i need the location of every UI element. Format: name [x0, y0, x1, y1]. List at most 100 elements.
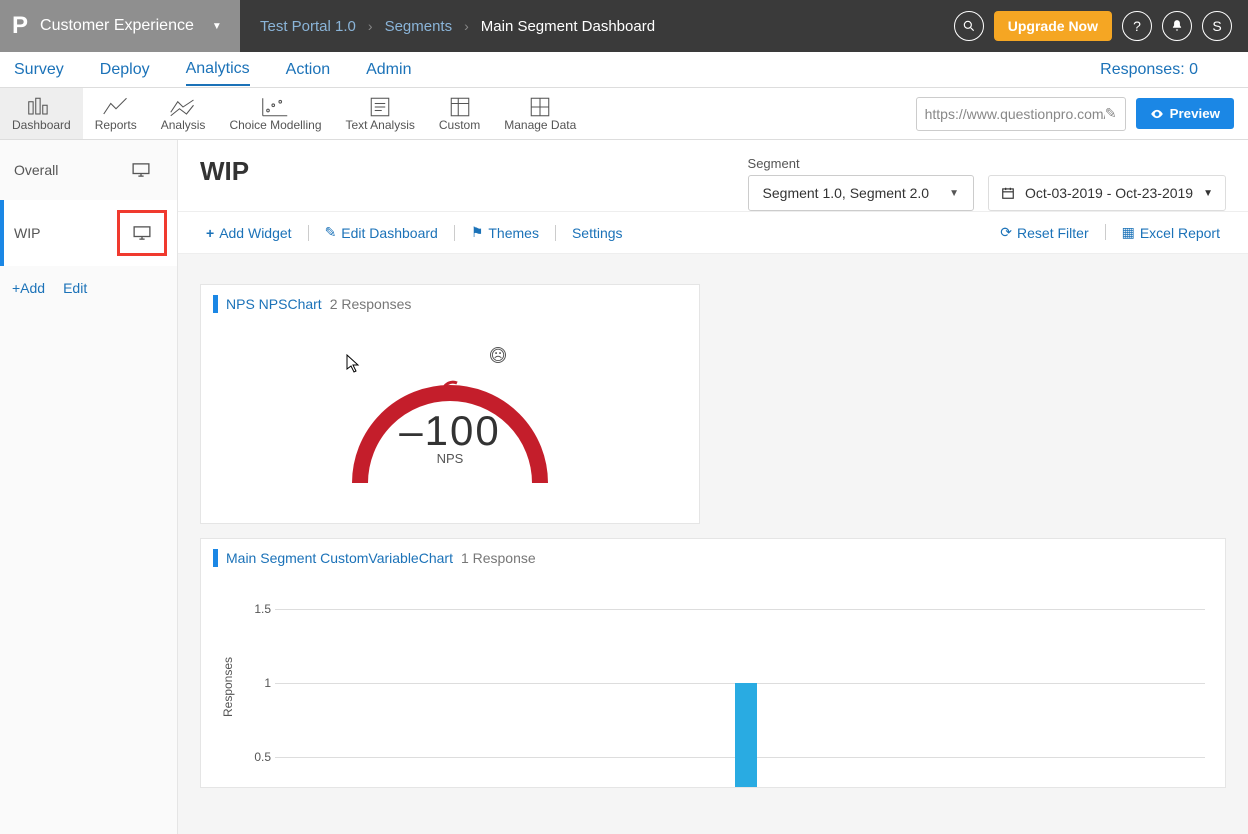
- themes-button[interactable]: ⚑ Themes: [465, 224, 545, 241]
- nav-analytics[interactable]: Analytics: [186, 54, 250, 86]
- tool-manage-data[interactable]: Manage Data: [492, 88, 588, 139]
- question-icon: ?: [1133, 18, 1141, 34]
- scatter-icon: [261, 96, 289, 118]
- eye-icon: [1150, 107, 1164, 121]
- tool-label: Custom: [439, 118, 480, 132]
- sidebar-item-label: WIP: [14, 225, 40, 241]
- tool-dashboard[interactable]: Dashboard: [0, 88, 83, 139]
- brand-selector[interactable]: P Customer Experience ▼: [0, 0, 240, 52]
- sidebar-item-label: Overall: [14, 162, 58, 178]
- reset-filter-button[interactable]: ⟳ Reset Filter: [994, 224, 1094, 241]
- sidebar-edit-link[interactable]: Edit: [63, 280, 87, 296]
- tool-choice-modelling[interactable]: Choice Modelling: [217, 88, 333, 139]
- widget-subtitle: 2 Responses: [330, 296, 412, 312]
- nav-action[interactable]: Action: [286, 55, 330, 85]
- action-label: Settings: [572, 225, 623, 241]
- action-label: Add Widget: [219, 225, 291, 241]
- breadcrumb-current: Main Segment Dashboard: [481, 18, 655, 35]
- search-button[interactable]: [954, 11, 984, 41]
- page-header: WIP Segment Segment 1.0, Segment 2.0 ▼ O…: [178, 140, 1248, 212]
- preview-button[interactable]: Preview: [1136, 98, 1234, 129]
- share-url-field[interactable]: https://www.questionpro.com/a/ ✎: [916, 97, 1126, 131]
- tool-label: Choice Modelling: [229, 118, 321, 132]
- brand-logo: P: [12, 12, 28, 40]
- spreadsheet-icon: ▦: [1122, 224, 1135, 241]
- search-icon: [962, 19, 976, 33]
- document-icon: [366, 96, 394, 118]
- sidebar-add-link[interactable]: +Add: [12, 280, 45, 296]
- sidebar-item-wip[interactable]: WIP: [0, 200, 177, 266]
- y-tick: 0.5: [245, 750, 271, 764]
- pencil-icon: ✎: [1105, 105, 1117, 122]
- segment-dropdown[interactable]: Segment 1.0, Segment 2.0 ▼: [748, 175, 974, 211]
- y-axis-label: Responses: [221, 587, 235, 787]
- refresh-icon: ⟳: [1000, 224, 1012, 241]
- tool-text-analysis[interactable]: Text Analysis: [334, 88, 427, 139]
- monitor-icon: [132, 163, 150, 177]
- bar-chart: Responses 1.5 1 0.5: [201, 577, 1225, 787]
- brand-title: Customer Experience: [40, 17, 194, 35]
- flag-icon: ⚑: [471, 224, 484, 241]
- action-label: Edit Dashboard: [341, 225, 438, 241]
- tool-analysis[interactable]: Analysis: [149, 88, 218, 139]
- chevron-down-icon: ▼: [1203, 188, 1213, 199]
- y-tick: 1: [245, 676, 271, 690]
- divider: [1105, 224, 1106, 240]
- add-widget-button[interactable]: + Add Widget: [200, 225, 298, 241]
- nps-gauge: ☹ –100 NPS: [320, 343, 580, 493]
- content-area: WIP Segment Segment 1.0, Segment 2.0 ▼ O…: [178, 140, 1248, 834]
- top-bar: P Customer Experience ▼ Test Portal 1.0 …: [0, 0, 1248, 52]
- notifications-button[interactable]: [1162, 11, 1192, 41]
- breadcrumb: Test Portal 1.0 › Segments › Main Segmen…: [240, 18, 655, 35]
- main-nav: Survey Deploy Analytics Action Admin Res…: [0, 52, 1248, 88]
- monitor-icon[interactable]: [133, 226, 151, 240]
- action-label: Reset Filter: [1017, 225, 1089, 241]
- chart-plot-area: 1.5 1 0.5: [245, 587, 1205, 787]
- widget-subtitle: 1 Response: [461, 550, 536, 566]
- tool-label: Analysis: [161, 118, 206, 132]
- chevron-right-icon: ›: [464, 18, 469, 34]
- gauge-value: –100: [320, 407, 580, 455]
- nav-deploy[interactable]: Deploy: [100, 55, 150, 85]
- widget-title: Main Segment CustomVariableChart: [226, 550, 453, 566]
- page-title: WIP: [200, 156, 249, 187]
- nav-survey[interactable]: Survey: [14, 55, 64, 85]
- tool-label: Reports: [95, 118, 137, 132]
- date-range-text: Oct-03-2019 - Oct-23-2019: [1025, 185, 1193, 201]
- widget-title: NPS NPSChart: [226, 296, 322, 312]
- tool-reports[interactable]: Reports: [83, 88, 149, 139]
- widget-accent: [213, 549, 218, 567]
- breadcrumb-section[interactable]: Segments: [385, 18, 453, 35]
- pencil-icon: ✎: [325, 224, 337, 241]
- divider: [555, 225, 556, 241]
- gauge-unit: NPS: [320, 451, 580, 466]
- segment-label: Segment: [748, 156, 974, 171]
- responses-link[interactable]: Responses: 0: [1100, 55, 1198, 85]
- share-url-text: https://www.questionpro.com/a/: [925, 106, 1105, 122]
- preview-label: Preview: [1170, 106, 1220, 121]
- analysis-icon: [169, 96, 197, 118]
- user-avatar[interactable]: S: [1202, 11, 1232, 41]
- dashboard-icon: [27, 96, 55, 118]
- breadcrumb-portal[interactable]: Test Portal 1.0: [260, 18, 356, 35]
- y-tick: 1.5: [245, 602, 271, 616]
- bell-icon: [1170, 19, 1184, 33]
- date-range-dropdown[interactable]: Oct-03-2019 - Oct-23-2019 ▼: [988, 175, 1226, 211]
- sad-face-icon: ☹: [490, 347, 506, 363]
- divider: [454, 225, 455, 241]
- user-initial: S: [1212, 18, 1221, 34]
- edit-dashboard-button[interactable]: ✎ Edit Dashboard: [319, 224, 444, 241]
- excel-report-button[interactable]: ▦ Excel Report: [1116, 224, 1226, 241]
- nav-admin[interactable]: Admin: [366, 55, 411, 85]
- chevron-down-icon: ▼: [949, 188, 959, 199]
- sidebar-item-overall[interactable]: Overall: [0, 140, 177, 200]
- segment-value: Segment 1.0, Segment 2.0: [763, 185, 930, 201]
- highlighted-icon-box: [117, 210, 167, 256]
- custom-variable-widget: Main Segment CustomVariableChart 1 Respo…: [200, 538, 1226, 788]
- tool-custom[interactable]: Custom: [427, 88, 492, 139]
- plus-icon: +: [206, 225, 214, 241]
- help-button[interactable]: ?: [1122, 11, 1152, 41]
- upgrade-button[interactable]: Upgrade Now: [994, 11, 1112, 41]
- settings-link[interactable]: Settings: [566, 225, 629, 241]
- action-label: Excel Report: [1140, 225, 1220, 241]
